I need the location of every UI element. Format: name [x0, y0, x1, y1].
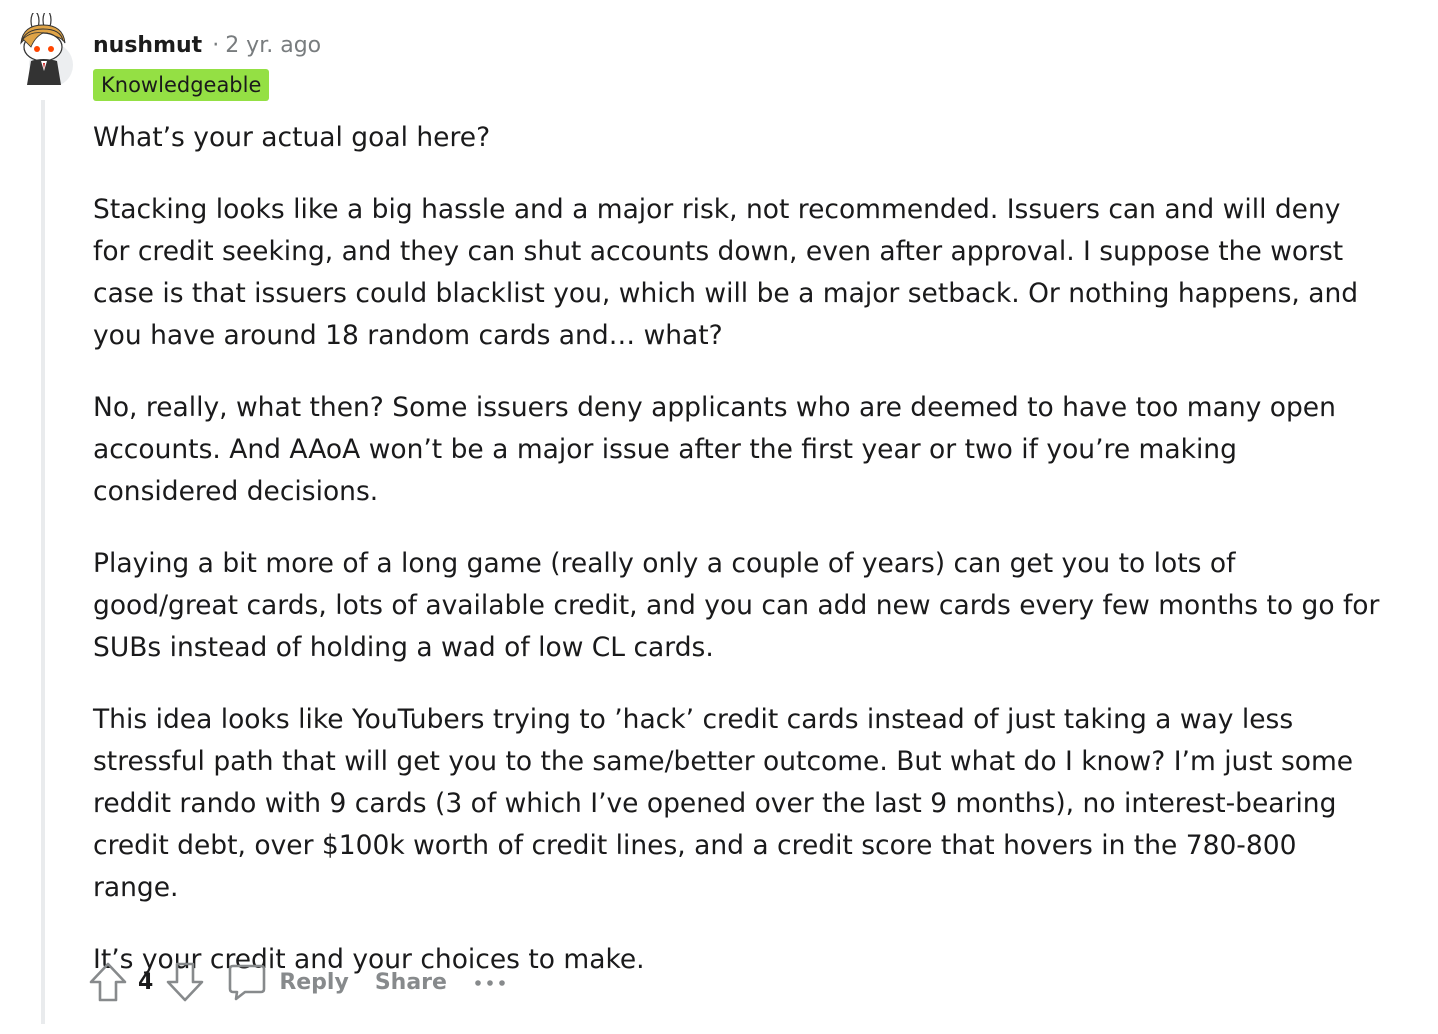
upvote-arrow-icon: [89, 962, 127, 1002]
downvote-button[interactable]: [165, 961, 205, 1003]
comment-paragraph: No, really, what then? Some issuers deny…: [93, 392, 1336, 507]
vote-count: 4: [138, 969, 154, 995]
meta-separator: ·: [212, 32, 220, 58]
timestamp[interactable]: 2 yr. ago: [225, 33, 321, 58]
reply-label: Reply: [279, 969, 349, 995]
more-options-button[interactable]: [473, 970, 507, 995]
username[interactable]: nushmut: [93, 33, 202, 58]
reply-button[interactable]: Reply: [227, 962, 349, 1002]
comment: nushmut · 2 yr. ago Knowledgeable What’s…: [0, 0, 1438, 1034]
ellipsis-icon: [475, 979, 505, 986]
comment-actions: 4 Reply Share: [88, 956, 507, 1008]
comment-paragraph: This idea looks like YouTubers trying to…: [93, 704, 1354, 903]
share-button[interactable]: Share: [375, 970, 447, 995]
comment-bubble-icon: [229, 964, 266, 1001]
downvote-arrow-icon: [167, 962, 204, 1002]
comment-body: What’s your actual goal here? Stacking l…: [93, 117, 1383, 1011]
thread-line[interactable]: [41, 100, 45, 1024]
snoo-avatar-icon: [20, 10, 73, 87]
comment-header: nushmut · 2 yr. ago: [93, 28, 321, 62]
comment-paragraph: Playing a bit more of a long game (reall…: [93, 548, 1380, 663]
upvote-button[interactable]: [88, 961, 128, 1003]
comment-paragraph: What’s your actual goal here?: [93, 122, 491, 153]
user-flair: Knowledgeable: [93, 69, 270, 101]
user-avatar[interactable]: [17, 10, 75, 87]
comment-paragraph: Stacking looks like a big hassle and a m…: [93, 194, 1359, 351]
